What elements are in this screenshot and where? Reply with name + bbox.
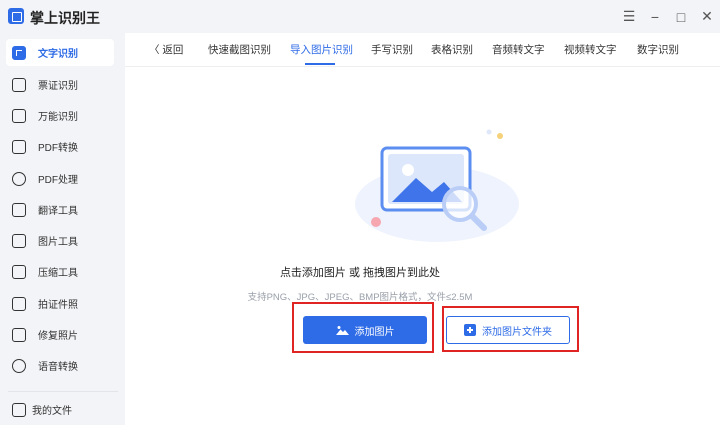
image-upload-illustration-icon [355, 129, 519, 242]
tab-handwriting[interactable]: 手写识别 [371, 42, 413, 57]
close-button[interactable]: ✕ [694, 0, 720, 33]
tab-import-image[interactable]: 导入图片识别 [290, 42, 353, 57]
ticket-icon [12, 77, 26, 92]
tab-quick-screenshot[interactable]: 快速截图识别 [208, 42, 271, 57]
sidebar-item-text-recognition[interactable]: 文字识别 [6, 39, 114, 66]
app-title: 掌上识别王 [30, 10, 100, 26]
sidebar-item-label: 图片工具 [38, 237, 78, 248]
translate-icon [12, 202, 26, 217]
sidebar-item-label: 翻译工具 [38, 206, 78, 217]
pdf-convert-icon [12, 139, 26, 154]
text-recognition-icon [12, 45, 26, 60]
supported-formats-text: 支持PNG、JPG、JPEG、BMP图片格式，文件≤2.5M [247, 292, 473, 303]
tab-bar: 〈 返回 快速截图识别 导入图片识别 手写识别 表格识别 音频转文字 视频转文字… [125, 33, 720, 67]
tab-table[interactable]: 表格识别 [431, 42, 473, 57]
pdf-process-icon [12, 171, 26, 186]
sidebar-item-label: 语音转换 [38, 362, 78, 373]
maximize-button[interactable]: □ [668, 0, 694, 33]
voice-convert-icon [12, 358, 26, 373]
sidebar-item-pdf-convert[interactable]: PDF转换 [6, 133, 114, 160]
app-logo-icon [8, 8, 24, 24]
sidebar-item-label: 万能识别 [38, 112, 78, 123]
title-bar: 掌上识别王 ☰ − □ ✕ [0, 0, 720, 33]
sidebar-item-ticket-recognition[interactable]: 票证识别 [6, 71, 114, 98]
menu-button[interactable]: ☰ [616, 0, 642, 33]
tab-audio-to-text[interactable]: 音频转文字 [492, 42, 545, 57]
image-tools-icon [12, 233, 26, 248]
tab-digit[interactable]: 数字识别 [637, 42, 679, 57]
window-controls: ☰ − □ ✕ [616, 0, 720, 33]
active-tab-indicator [305, 63, 335, 65]
sidebar-item-translate[interactable]: 翻译工具 [6, 196, 114, 223]
back-button[interactable]: 〈 返回 [149, 42, 183, 57]
sidebar-divider [8, 391, 118, 392]
sidebar-item-photo-repair[interactable]: 修复照片 [6, 321, 114, 348]
my-files-icon [12, 402, 26, 417]
highlight-add-image [292, 302, 434, 353]
highlight-add-folder [442, 306, 579, 352]
sidebar-item-label: PDF处理 [38, 175, 78, 186]
photo-repair-icon [12, 327, 26, 342]
sidebar-item-label: 我的文件 [32, 406, 72, 417]
sidebar-item-universal-recognition[interactable]: 万能识别 [6, 102, 114, 129]
sidebar-item-image-tools[interactable]: 图片工具 [6, 227, 114, 254]
sidebar-item-label: 修复照片 [38, 331, 78, 342]
sidebar-item-pdf-process[interactable]: PDF处理 [6, 165, 114, 192]
sidebar-item-my-files[interactable]: 我的文件 [6, 396, 114, 423]
sidebar-item-label: 文字识别 [38, 49, 78, 60]
drop-zone[interactable] [125, 67, 720, 425]
drop-hint-text: 点击添加图片 或 拖拽图片到此处 [279, 267, 441, 279]
sidebar-item-label: 票证识别 [38, 81, 78, 92]
sidebar-item-label: PDF转换 [38, 143, 78, 154]
minimize-button[interactable]: − [642, 0, 668, 33]
tab-video-to-text[interactable]: 视频转文字 [564, 42, 617, 57]
sidebar-item-voice-convert[interactable]: 语音转换 [6, 352, 114, 379]
universal-recognition-icon [12, 108, 26, 123]
sidebar: 文字识别 票证识别 万能识别 PDF转换 PDF处理 翻译工具 图片工具 压缩工… [0, 33, 125, 425]
